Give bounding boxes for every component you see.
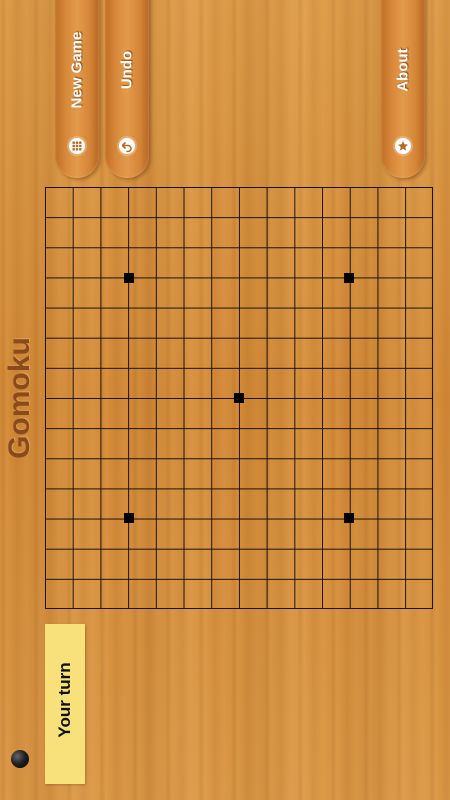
star-point	[344, 273, 355, 283]
game-title: Gomoku	[3, 337, 36, 459]
star-point	[344, 513, 355, 523]
game-board[interactable]	[45, 187, 433, 609]
undo-label: Undo	[118, 50, 136, 90]
star-point	[123, 273, 134, 283]
black-stone-icon	[11, 750, 29, 768]
undo-button[interactable]: Undo	[105, 0, 149, 178]
undo-icon	[119, 138, 135, 154]
new-game-button[interactable]: New Game	[55, 0, 99, 178]
about-button[interactable]: About	[381, 0, 425, 178]
grid-icon	[69, 138, 85, 154]
star-point	[123, 513, 134, 523]
turn-status-text: Your turn	[55, 662, 74, 738]
new-game-label: New Game	[68, 31, 86, 109]
star-point	[234, 393, 244, 403]
star-icon	[395, 138, 411, 154]
about-label: About	[394, 48, 412, 92]
